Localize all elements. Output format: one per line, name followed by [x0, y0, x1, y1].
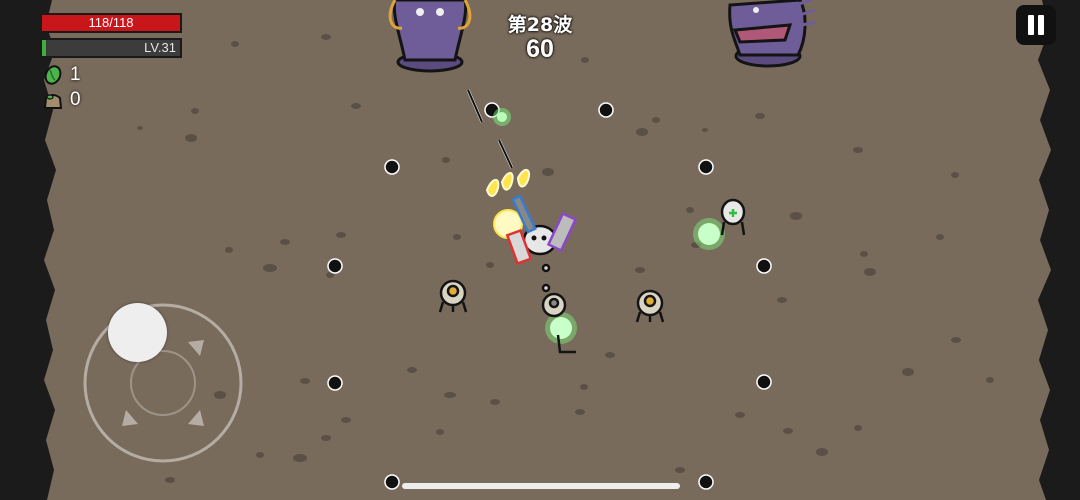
pause-icon-bar: [1038, 15, 1044, 35]
material-icon: [44, 65, 62, 85]
cyclops-enemy: [438, 279, 468, 313]
bag-count: 0: [70, 89, 81, 110]
pause-icon: [1028, 15, 1034, 35]
medic-enemy: [720, 198, 746, 236]
joystick-knob[interactable]: [108, 303, 167, 362]
right-border: [1038, 0, 1080, 500]
wave-timer: 60: [526, 35, 554, 63]
arrows: [466, 89, 514, 169]
materials-count: 1: [70, 64, 81, 85]
home-indicator[interactable]: [402, 483, 680, 489]
bag-icon: [43, 94, 63, 109]
ground-debris: [137, 34, 994, 483]
pause-button[interactable]: [1016, 5, 1056, 45]
player-character: [505, 194, 578, 293]
game-screen[interactable]: 118/118 LV.31 1 0 第28波 60: [0, 0, 1080, 500]
materials-counter: 1: [42, 64, 81, 86]
cyclops-enemy: [635, 289, 665, 323]
bag-counter: 0: [42, 89, 81, 111]
wave-title: 第28波: [507, 14, 573, 36]
